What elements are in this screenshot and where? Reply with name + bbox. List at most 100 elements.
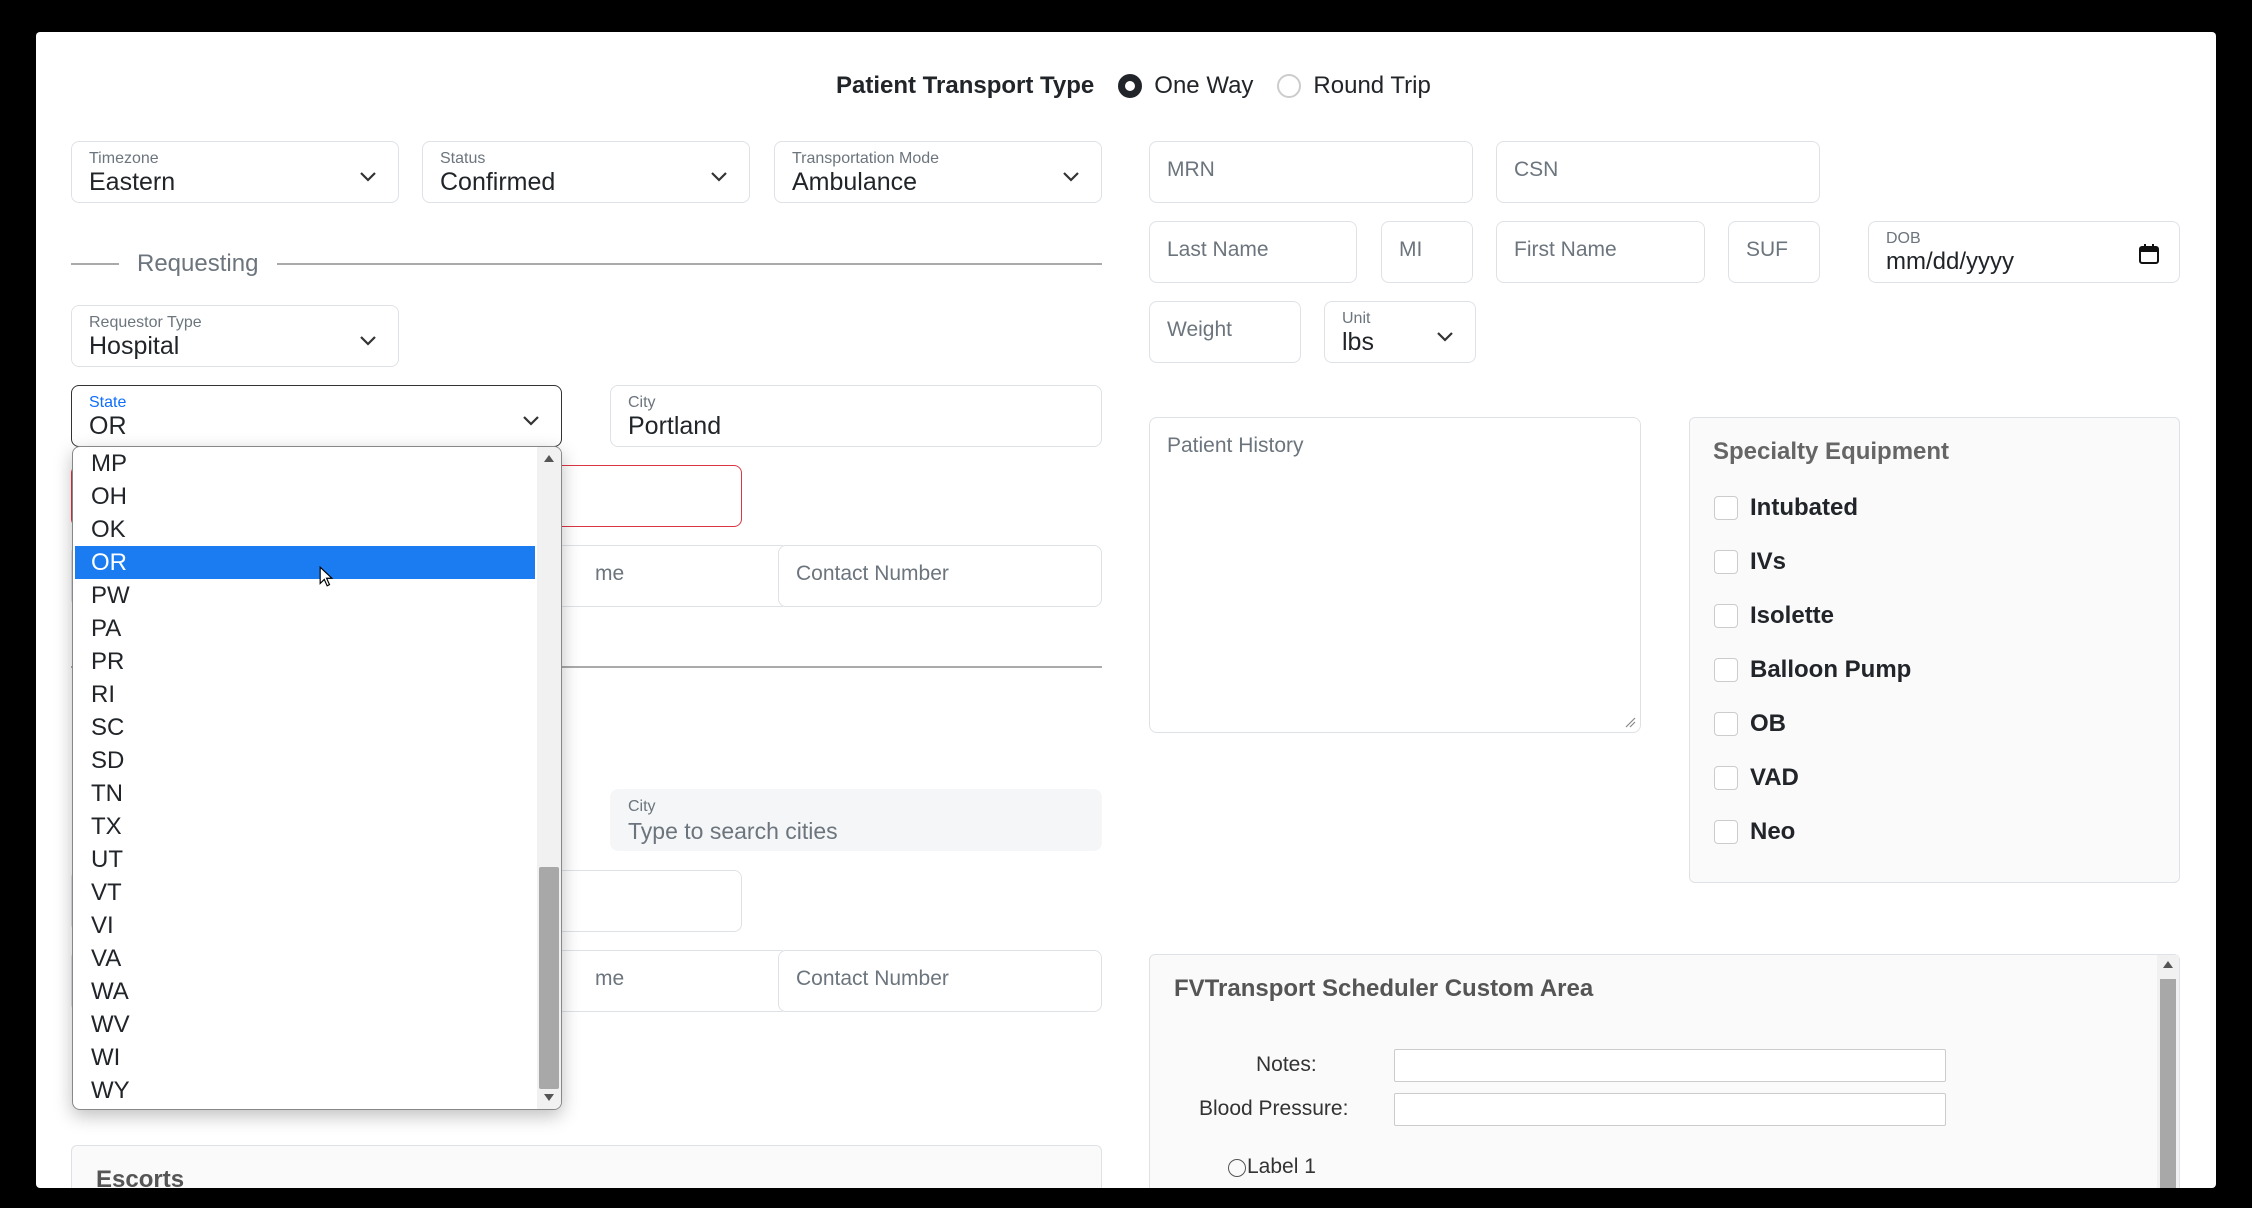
state-option[interactable]: PW [75, 579, 535, 612]
equipment-label: Neo [1750, 818, 1796, 845]
equipment-item[interactable]: IVs [1714, 548, 1786, 576]
state-option[interactable]: TN [75, 777, 535, 810]
equipment-item[interactable]: OB [1714, 710, 1786, 738]
calendar-icon[interactable] [2137, 242, 2161, 266]
receiving-city-input[interactable]: City Type to search cities [610, 789, 1102, 851]
custom-area-title: FVTransport Scheduler Custom Area [1174, 975, 1594, 1002]
state-option[interactable]: OK [75, 513, 535, 546]
requesting-city-label: City [628, 394, 656, 411]
notes-label: Notes: [1256, 1053, 1317, 1076]
equipment-item[interactable]: Neo [1714, 818, 1795, 846]
state-label: State [89, 394, 127, 411]
state-option[interactable]: VT [75, 876, 535, 909]
custom-area-scrollbar[interactable] [2157, 955, 2179, 1188]
equipment-item[interactable]: Balloon Pump [1714, 656, 1911, 684]
suf-input[interactable]: SUF [1728, 221, 1820, 283]
requestor-type-select[interactable]: Requestor Type Hospital [71, 305, 399, 367]
dob-input[interactable]: DOB mm/dd/yyyy [1868, 221, 2180, 283]
state-option[interactable]: UT [75, 843, 535, 876]
one-way-radio[interactable] [1118, 74, 1143, 98]
csn-input[interactable]: CSN [1496, 141, 1820, 203]
dropdown-scrollbar-thumb[interactable] [539, 867, 559, 1089]
intubated-checkbox[interactable] [1714, 496, 1738, 520]
last-name-input[interactable]: Last Name [1149, 221, 1357, 283]
equipment-item[interactable]: Isolette [1714, 602, 1834, 630]
chevron-down-icon [360, 172, 376, 182]
one-way-label[interactable]: One Way [1154, 72, 1253, 100]
scroll-up-arrow-icon[interactable] [2163, 961, 2173, 968]
state-dropdown-list[interactable]: MP OH OK OR PW PA PR RI SC SD TN TX UT VT VI VA WA WV WI WY [72, 446, 562, 1110]
state-option[interactable]: WV [75, 1008, 535, 1041]
requesting-contact-name-label: me [595, 562, 625, 585]
balloon-pump-checkbox[interactable] [1714, 658, 1738, 682]
ob-checkbox[interactable] [1714, 712, 1738, 736]
transport-type-label: Patient Transport Type [836, 72, 1095, 99]
equipment-label: Isolette [1750, 602, 1835, 629]
neo-checkbox[interactable] [1714, 820, 1738, 844]
requesting-contact-number-input[interactable]: Contact Number [778, 545, 1102, 607]
requestor-type-label: Requestor Type [89, 314, 202, 331]
isolette-checkbox[interactable] [1714, 604, 1738, 628]
dropdown-scrollbar[interactable] [537, 447, 561, 1109]
vad-checkbox[interactable] [1714, 766, 1738, 790]
receiving-city-label: City [628, 798, 656, 815]
state-option[interactable]: VA [75, 942, 535, 975]
mrn-label: MRN [1167, 158, 1215, 181]
state-option[interactable]: OH [75, 480, 535, 513]
suf-label: SUF [1746, 238, 1788, 261]
label1-text: Label 1 [1247, 1155, 1316, 1178]
weight-input[interactable]: Weight [1149, 301, 1301, 363]
state-option[interactable]: PR [75, 645, 535, 678]
timezone-select[interactable]: Timezone Eastern [71, 141, 399, 203]
transport-type-group: Patient Transport Type One Way Round Tri… [836, 72, 1431, 100]
state-option[interactable]: TX [75, 810, 535, 843]
receiving-contact-name-label: me [595, 967, 625, 990]
chevron-down-icon [711, 172, 727, 182]
status-select[interactable]: Status Confirmed [422, 141, 750, 203]
mrn-input[interactable]: MRN [1149, 141, 1473, 203]
state-option[interactable]: VI [75, 909, 535, 942]
state-option[interactable]: SC [75, 711, 535, 744]
state-option[interactable]: OR [75, 546, 535, 579]
patient-history-textarea[interactable]: Patient History [1149, 417, 1641, 733]
requesting-divider-right [277, 263, 1102, 265]
scroll-down-arrow-icon[interactable] [544, 1094, 554, 1101]
requesting-legend: Requesting [137, 250, 259, 277]
unit-select[interactable]: Unit lbs [1324, 301, 1476, 363]
scrollbar-thumb[interactable] [2160, 979, 2176, 1188]
equipment-item[interactable]: VAD [1714, 764, 1799, 792]
first-name-input[interactable]: First Name [1496, 221, 1705, 283]
state-option[interactable]: PA [75, 612, 535, 645]
equipment-label: Intubated [1750, 494, 1858, 521]
unit-label: Unit [1342, 310, 1371, 327]
mi-input[interactable]: MI [1381, 221, 1473, 283]
requesting-city-input[interactable]: City Portland [610, 385, 1102, 447]
state-option[interactable]: SD [75, 744, 535, 777]
equipment-item[interactable]: Intubated [1714, 494, 1858, 522]
state-option[interactable]: WI [75, 1041, 535, 1074]
label1-radio[interactable] [1228, 1159, 1246, 1177]
mi-label: MI [1399, 238, 1423, 261]
resize-handle-icon[interactable] [1624, 716, 1636, 728]
escorts-panel: Escorts [71, 1145, 1102, 1188]
state-option[interactable]: RI [75, 678, 535, 711]
equipment-label: OB [1750, 710, 1786, 737]
scroll-up-arrow-icon[interactable] [544, 455, 554, 462]
notes-input[interactable] [1394, 1049, 1946, 1082]
round-trip-label[interactable]: Round Trip [1313, 72, 1430, 100]
state-value: OR [89, 412, 127, 440]
ivs-checkbox[interactable] [1714, 550, 1738, 574]
state-select[interactable]: State OR [71, 385, 562, 447]
state-option[interactable]: WY [75, 1074, 535, 1107]
equipment-label: Balloon Pump [1750, 656, 1912, 683]
state-option[interactable]: WA [75, 975, 535, 1008]
round-trip-radio[interactable] [1277, 74, 1302, 98]
chevron-down-icon [1437, 332, 1453, 342]
transport-form-page: Patient Transport Type One Way Round Tri… [36, 32, 2216, 1188]
blood-pressure-input[interactable] [1394, 1093, 1946, 1126]
state-option[interactable]: MP [75, 447, 535, 480]
weight-label: Weight [1167, 318, 1232, 341]
transportation-mode-select[interactable]: Transportation Mode Ambulance [774, 141, 1102, 203]
receiving-contact-number-input[interactable]: Contact Number [778, 950, 1102, 1012]
dob-label: DOB [1886, 230, 1921, 247]
